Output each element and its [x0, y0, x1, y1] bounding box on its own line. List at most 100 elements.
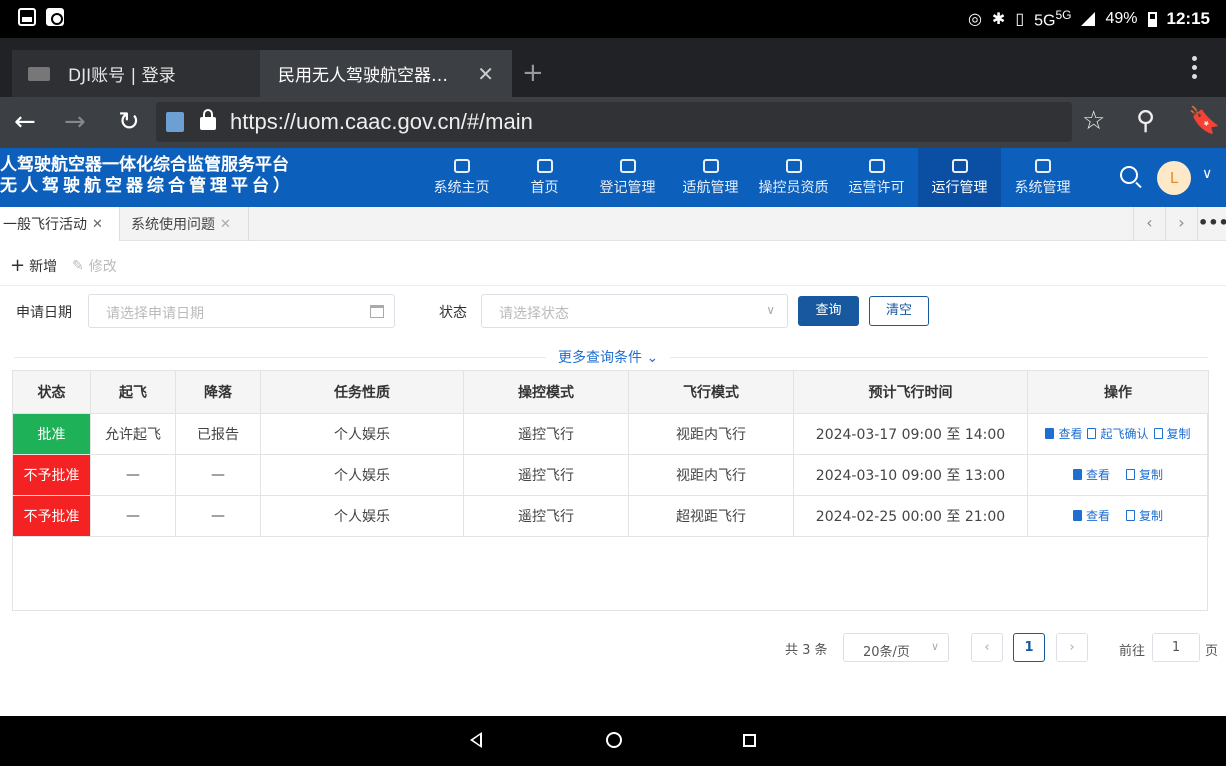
landing-cell: —	[175, 454, 261, 496]
document-icon	[1072, 469, 1082, 480]
platform-title-line2: 无人驾驶航空器综合管理平台）	[0, 176, 294, 196]
control-mode-cell: 遥控飞行	[463, 454, 629, 496]
reload-icon[interactable]: ↻	[118, 107, 140, 137]
back-triangle-icon[interactable]	[470, 732, 482, 748]
copy-link[interactable]: 复制	[1153, 425, 1191, 442]
flight-time-cell: 2024-03-17 09:00 至 14:00	[793, 413, 1028, 455]
forward-arrow-icon[interactable]: →	[64, 107, 86, 137]
date-label: 申请日期	[16, 305, 72, 321]
browser-tab-caac[interactable]: 民用无人驾驶航空器… ✕	[260, 50, 512, 97]
home-circle-icon[interactable]	[606, 732, 622, 748]
app-header: 人驾驶航空器一体化综合监管服务平台 无人驾驶航空器综合管理平台） 系统主页 首页…	[0, 148, 1226, 207]
url-text: https://uom.caac.gov.cn/#/main	[230, 109, 533, 134]
nav-system-management[interactable]: 系统管理	[1001, 148, 1084, 207]
dji-favicon-icon	[28, 66, 50, 81]
actions-cell: 查看 复制	[1027, 495, 1209, 537]
page-tab-bar: 一般飞行活动 ✕ 系统使用问题 ✕ ‹ › •••	[0, 207, 1226, 241]
bookmarks-icon[interactable]: 🔖	[1188, 106, 1220, 136]
add-button[interactable]: + 新增	[10, 256, 57, 276]
table-row[interactable]: 批准 允许起飞 已报告 个人娱乐 遥控飞行 视距内飞行 2024-03-17 0…	[12, 413, 1209, 455]
document-icon	[619, 158, 636, 173]
query-button[interactable]: 查询	[798, 296, 859, 326]
chevron-down-icon: ∨	[930, 640, 939, 653]
view-link[interactable]: 查看	[1045, 425, 1082, 442]
chevron-right-icon[interactable]: ›	[1165, 207, 1197, 241]
chevron-left-icon[interactable]: ‹	[1133, 207, 1165, 241]
landing-cell: 已报告	[175, 413, 261, 455]
chevron-down-icon[interactable]: ∨	[1202, 166, 1212, 182]
more-filters-link[interactable]: 更多查询条件 ⌄	[546, 347, 671, 367]
calendar-icon	[370, 305, 384, 318]
close-icon[interactable]: ✕	[92, 217, 103, 232]
shield-icon	[785, 158, 802, 173]
close-tab-icon[interactable]: ✕	[477, 62, 494, 86]
column-header: 任务性质	[260, 370, 464, 414]
control-mode-cell: 遥控飞行	[463, 495, 629, 537]
browser-menu-icon[interactable]	[1192, 56, 1198, 83]
platform-title: 人驾驶航空器一体化综合监管服务平台 无人驾驶航空器综合管理平台）	[0, 155, 294, 197]
recents-square-icon[interactable]	[743, 734, 756, 747]
table-row[interactable]: 不予批准 — — 个人娱乐 遥控飞行 视距内飞行 2024-03-10 09:0…	[12, 454, 1209, 496]
takeoff-cell: 允许起飞	[90, 413, 176, 455]
prev-page-button[interactable]: ‹	[971, 633, 1003, 662]
column-header: 降落	[175, 370, 261, 414]
page-tab-system-issues[interactable]: 系统使用问题 ✕	[119, 207, 249, 241]
header-search-icon[interactable]	[1120, 166, 1138, 184]
page-size-select[interactable]: 20条/页 ∨	[843, 633, 949, 662]
goto-label: 前往	[1119, 644, 1146, 659]
browser-tab-title: 民用无人驾驶航空器…	[278, 66, 448, 86]
document-outline-icon	[1087, 428, 1097, 439]
page-suffix: 页	[1205, 644, 1219, 659]
next-page-button[interactable]: ›	[1056, 633, 1088, 662]
flight-activity-table: 状态 起飞 降落 任务性质 操控模式 飞行模式 预计飞行时间 操作 批准 允许起…	[12, 370, 1209, 611]
copy-link[interactable]: 复制	[1126, 507, 1163, 524]
lock-icon	[200, 109, 216, 130]
bookmark-star-icon[interactable]: ☆	[1082, 106, 1105, 136]
status-select[interactable]: 请选择状态 ∨	[481, 294, 788, 328]
network-icon	[1034, 158, 1051, 173]
view-link[interactable]: 查看	[1072, 466, 1110, 483]
control-mode-cell: 遥控飞行	[463, 413, 629, 455]
nav-operation-license[interactable]: 运营许可	[835, 148, 918, 207]
page-number-button[interactable]: 1	[1013, 633, 1045, 662]
status-badge: 不予批准	[12, 495, 91, 537]
column-header: 操控模式	[463, 370, 629, 414]
close-icon[interactable]: ✕	[220, 217, 231, 232]
search-icon[interactable]: ⚲	[1136, 106, 1155, 136]
copy-link[interactable]: 复制	[1126, 466, 1163, 483]
screen-record-icon	[46, 8, 64, 26]
more-icon[interactable]: •••	[1197, 207, 1226, 241]
actions-cell: 查看 复制	[1027, 454, 1209, 496]
network-type: 5G5G	[1034, 8, 1072, 30]
page-tab-general-flight[interactable]: 一般飞行活动 ✕	[0, 207, 119, 241]
chevron-down-icon: ∨	[766, 303, 775, 317]
nav-registration[interactable]: 登记管理	[586, 148, 669, 207]
column-header: 操作	[1027, 370, 1209, 414]
back-arrow-icon[interactable]: ←	[14, 107, 36, 137]
table-row[interactable]: 不予批准 — — 个人娱乐 遥控飞行 超视距飞行 2024-02-25 00:0…	[12, 495, 1209, 537]
flight-time-cell: 2024-02-25 00:00 至 21:00	[793, 495, 1028, 537]
nav-home[interactable]: 首页	[503, 148, 586, 207]
new-tab-icon[interactable]: +	[522, 58, 544, 88]
nav-operator-qualification[interactable]: 操控员资质	[752, 148, 835, 207]
plus-icon: +	[10, 255, 26, 276]
landing-cell: —	[175, 495, 261, 537]
nav-system-home[interactable]: 系统主页	[420, 148, 503, 207]
date-picker-field[interactable]: 请选择申请日期	[88, 294, 395, 328]
nav-operation-management[interactable]: 运行管理	[918, 148, 1001, 207]
vibrate-icon: ▯	[1015, 11, 1025, 29]
android-nav-bar	[0, 716, 1226, 766]
pencil-icon: ✎	[72, 258, 84, 274]
browser-tab-dji[interactable]: DJI账号 | 登录	[12, 50, 260, 97]
edit-button[interactable]: ✎ 修改	[72, 256, 117, 276]
status-badge: 不予批准	[12, 454, 91, 496]
address-field[interactable]: https://uom.caac.gov.cn/#/main	[156, 102, 1072, 142]
avatar[interactable]: L	[1157, 161, 1191, 195]
clear-button[interactable]: 清空	[869, 296, 929, 326]
goto-page-input[interactable]: 1	[1152, 633, 1200, 662]
view-link[interactable]: 查看	[1072, 507, 1110, 524]
takeoff-confirm-link[interactable]: 起飞确认	[1087, 425, 1149, 442]
hotspot-icon: ◎	[967, 11, 982, 29]
nav-airworthiness[interactable]: 适航管理	[669, 148, 752, 207]
battery-percent: 49%	[1105, 10, 1138, 28]
